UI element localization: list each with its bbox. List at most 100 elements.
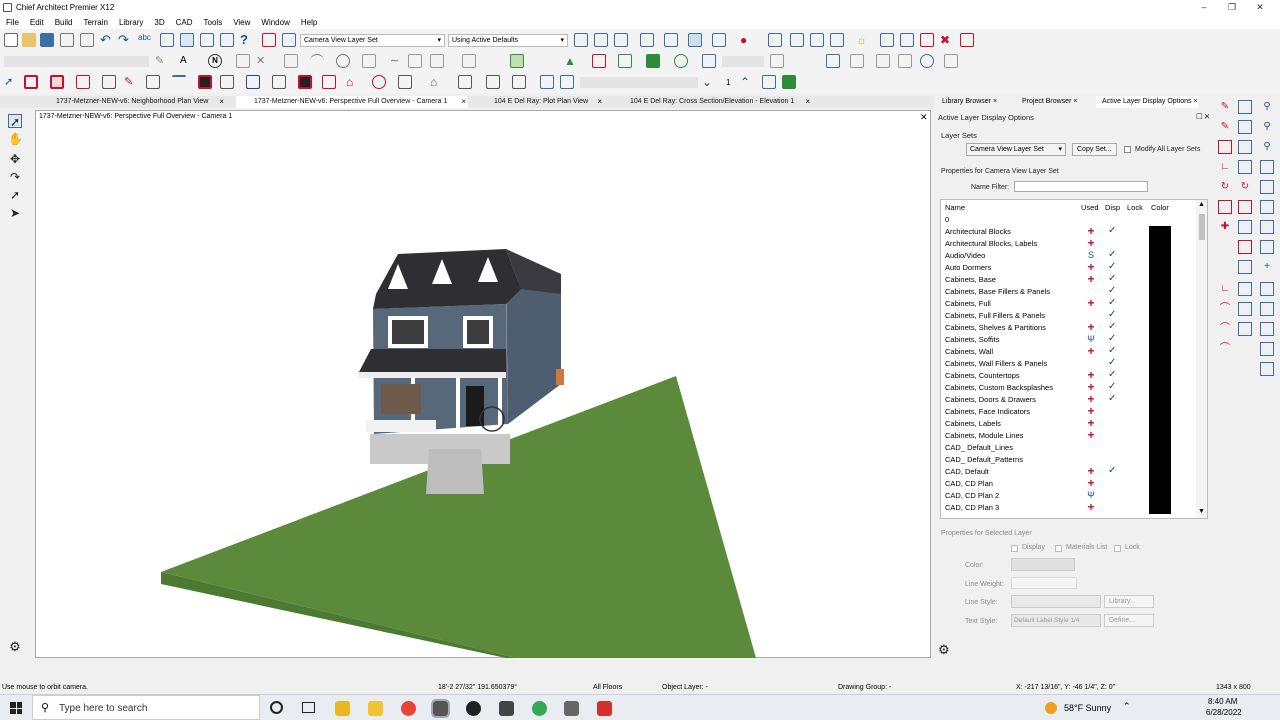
layer-color-swatch[interactable] — [1149, 502, 1171, 514]
layer-icon[interactable] — [1260, 322, 1274, 336]
move-icon[interactable] — [900, 33, 914, 47]
select-icon[interactable]: ➚ — [4, 75, 18, 89]
new-file-icon[interactable] — [4, 33, 18, 47]
spline-icon[interactable]: ∼ — [390, 54, 404, 68]
shape-icon[interactable] — [458, 75, 472, 89]
redo-icon[interactable]: ↷ — [118, 33, 132, 47]
layer-row[interactable]: Cabinets, Shelves & Partitions + ✓ — [945, 320, 1195, 334]
layer-row[interactable]: Audio/Video S ✓ — [945, 249, 1195, 262]
layer-color-swatch[interactable] — [1149, 394, 1171, 406]
header-lock[interactable]: Lock — [1127, 203, 1143, 212]
array-icon[interactable] — [1238, 200, 1252, 214]
menu-library[interactable]: Library — [113, 15, 148, 27]
edit-tool-icon[interactable]: ✎ — [1218, 100, 1232, 114]
display-check[interactable]: ✓ — [1108, 369, 1116, 380]
pencil-icon[interactable]: ✎ — [155, 54, 169, 68]
used-indicator[interactable]: + — [1086, 500, 1096, 514]
framing-icon[interactable] — [220, 75, 234, 89]
distribute-icon[interactable] — [1260, 302, 1274, 316]
layer-row[interactable]: Cabinets, Soffits Ψ ✓ — [945, 333, 1195, 346]
rotate-icon[interactable]: ↻ — [1238, 180, 1252, 194]
floor-plan-icon[interactable] — [762, 75, 776, 89]
used-indicator[interactable]: + — [1086, 296, 1096, 310]
dimension-tool-icon[interactable] — [76, 75, 90, 89]
arc-tool-icon[interactable]: ⌒ — [1218, 322, 1232, 336]
menu-file[interactable]: File — [0, 15, 24, 27]
layer-row[interactable]: CAD_ Default_Lines — [945, 442, 1195, 454]
scroll-down-icon[interactable]: ▼ — [1198, 508, 1205, 515]
sun-icon[interactable]: ☼ — [856, 33, 870, 47]
display-checkbox[interactable] — [1011, 545, 1018, 552]
fill-icon[interactable] — [876, 54, 890, 68]
eraser-icon[interactable] — [960, 33, 974, 47]
layer-color-swatch[interactable] — [1149, 226, 1171, 238]
tape-measure-icon[interactable] — [574, 33, 588, 47]
layer-display-icon[interactable] — [282, 33, 296, 47]
menu-terrain[interactable]: Terrain — [77, 15, 112, 27]
layer-row[interactable]: Cabinets, Full Fillers & Panels ✓ — [945, 309, 1195, 322]
chrome-icon[interactable] — [401, 701, 416, 716]
stairs-tool-icon[interactable] — [102, 75, 116, 89]
offset-icon[interactable] — [1260, 240, 1274, 254]
minimize-button[interactable]: – — [1190, 0, 1218, 15]
plant-icon[interactable] — [646, 54, 660, 68]
reverse-icon[interactable]: ↻ — [1218, 180, 1232, 194]
room-icon[interactable] — [272, 75, 286, 89]
text-tool-icon[interactable]: A — [180, 54, 194, 68]
point-tool-icon[interactable]: ✚ — [1218, 220, 1232, 234]
copy-set-button[interactable]: Copy Set... — [1072, 143, 1117, 156]
fireplace-icon[interactable] — [198, 75, 212, 89]
layer-color-swatch[interactable] — [1149, 418, 1171, 430]
scroll-thumb[interactable] — [1199, 214, 1205, 240]
edit-handle-icon[interactable]: ↷ — [8, 170, 22, 184]
cad-block-icon[interactable] — [430, 54, 444, 68]
edit-area-icon[interactable] — [920, 33, 934, 47]
layer-color-swatch[interactable] — [1149, 382, 1171, 394]
text-style-select[interactable]: Default Label Style 1/4 — [1011, 614, 1101, 627]
scrollbar[interactable]: ▲ ▼ — [1196, 200, 1207, 518]
line-tool-icon[interactable]: ✕ — [256, 54, 270, 68]
spline-tool-icon[interactable]: ⌒ — [1218, 342, 1232, 356]
tab-library-browser[interactable]: Library Browser × — [936, 96, 997, 108]
task-view-icon[interactable] — [302, 702, 315, 713]
convert-icon[interactable] — [1238, 282, 1252, 296]
tab-active-layer-display[interactable]: Active Layer Display Options × — [1096, 96, 1198, 108]
north-icon[interactable]: N — [208, 54, 222, 68]
pattern-icon[interactable] — [398, 75, 412, 89]
layer-color-swatch[interactable] — [1149, 286, 1171, 298]
menu-build[interactable]: Build — [49, 15, 78, 27]
close-tab-icon[interactable]: × — [461, 97, 466, 106]
arrow-icon[interactable] — [408, 54, 422, 68]
wall-tool-icon[interactable] — [24, 75, 38, 89]
snap-icon[interactable] — [850, 54, 864, 68]
layer-color-swatch[interactable] — [1149, 310, 1171, 322]
undo-icon[interactable]: ↶ — [100, 33, 114, 47]
reshape-icon[interactable]: ∟ — [1218, 282, 1232, 296]
layer-color-swatch[interactable] — [1149, 262, 1171, 274]
lot-field[interactable] — [722, 56, 764, 67]
layer-row[interactable]: CAD, CD Plan 2 Ψ — [945, 490, 1195, 502]
spell-check-icon[interactable]: abc — [138, 33, 152, 47]
maximize-button[interactable]: ❐ — [1218, 0, 1246, 15]
display-check[interactable]: ✓ — [1108, 297, 1116, 308]
used-indicator[interactable]: + — [1086, 320, 1096, 334]
sink-icon[interactable] — [486, 75, 500, 89]
layer-row[interactable]: Architectural Blocks, Labels + — [945, 236, 1195, 250]
group-icon[interactable] — [1238, 140, 1252, 154]
chief-architect-icon[interactable] — [431, 699, 450, 718]
plan-view-icon[interactable] — [560, 75, 574, 89]
open-object-icon[interactable] — [1238, 260, 1252, 274]
used-indicator[interactable]: + — [1086, 476, 1096, 490]
house-icon[interactable]: ⌂ — [346, 75, 360, 89]
close-tab-icon[interactable]: × — [597, 97, 602, 106]
grid-icon[interactable] — [826, 54, 840, 68]
display-check[interactable]: ✓ — [1108, 465, 1116, 476]
lock-checkbox[interactable] — [1114, 545, 1121, 552]
select-arrow-icon[interactable]: ➚ — [8, 114, 22, 129]
layer-color-swatch[interactable] — [1149, 238, 1171, 250]
curve-icon[interactable]: ⌒ — [1218, 302, 1232, 316]
layer-row[interactable]: Cabinets, Base + ✓ — [945, 272, 1195, 286]
menu-help[interactable]: Help — [295, 15, 322, 27]
camtasia-icon[interactable] — [597, 701, 612, 716]
layer-row[interactable]: Cabinets, Custom Backsplashes + ✓ — [945, 380, 1195, 394]
